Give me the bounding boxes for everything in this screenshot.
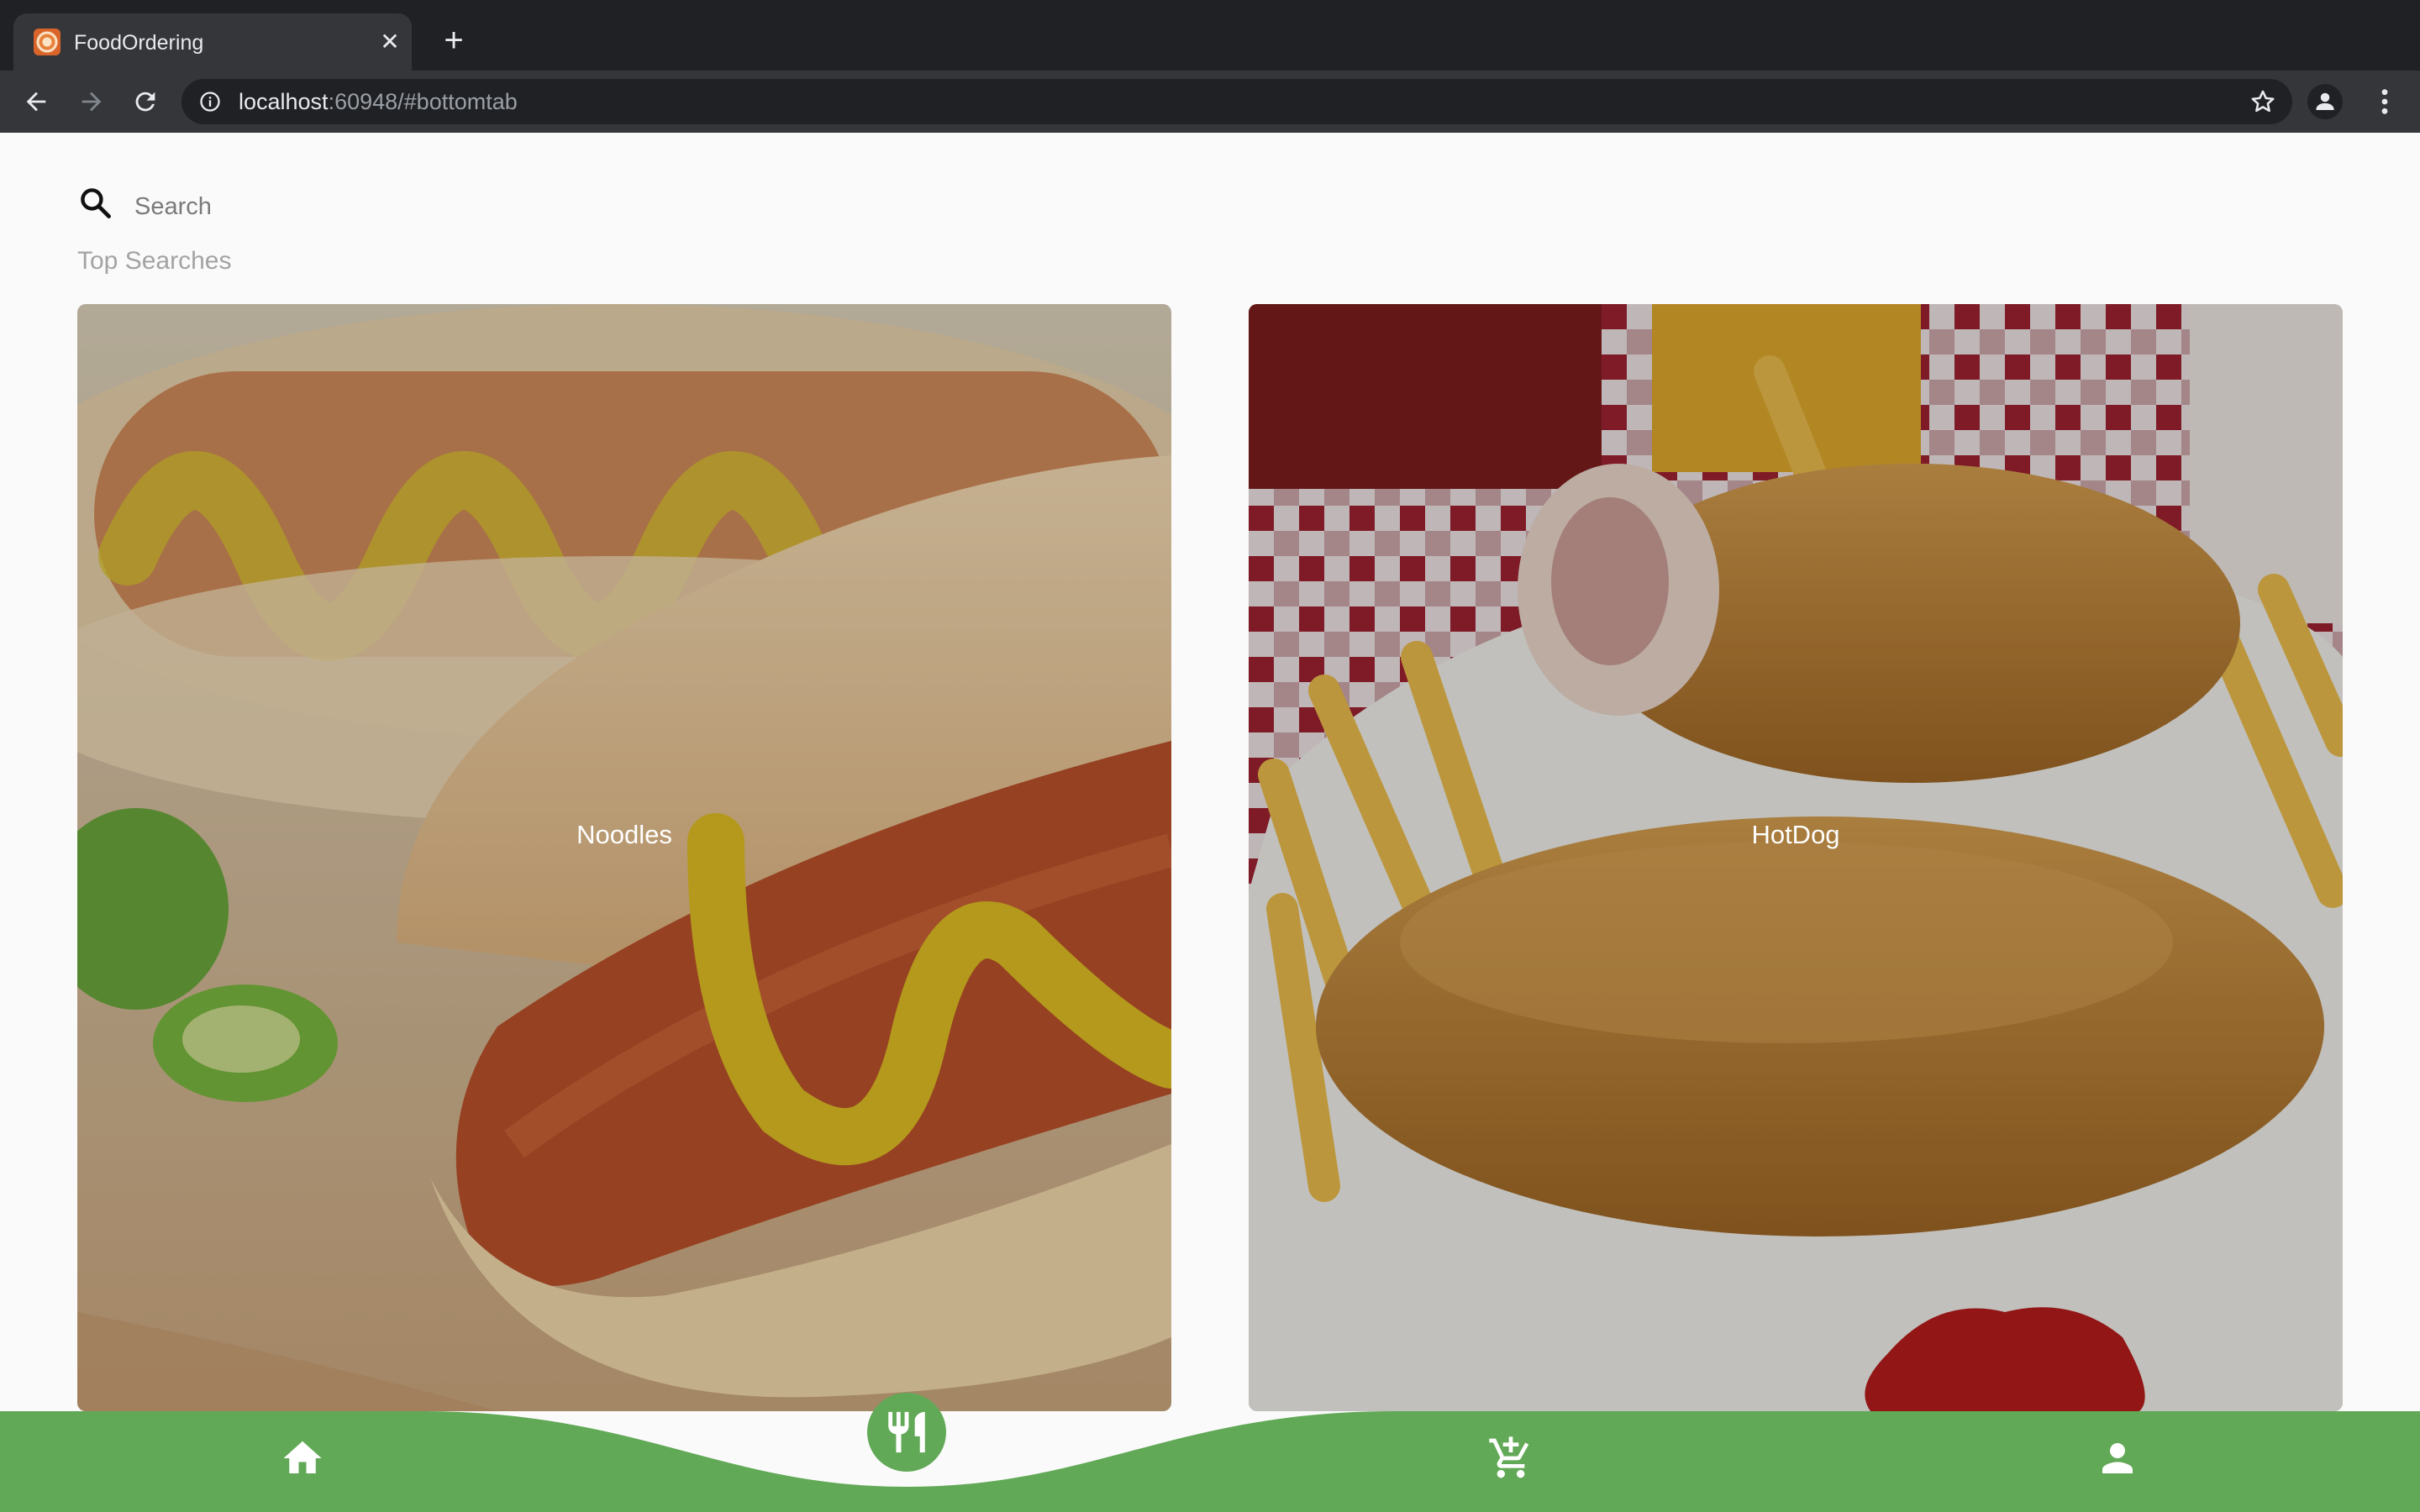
card-label: HotDog xyxy=(1751,820,1840,849)
bottom-navigation-bar xyxy=(0,1393,2420,1512)
info-icon[interactable] xyxy=(198,90,222,113)
bookmark-star-icon[interactable] xyxy=(2249,87,2277,116)
person-icon[interactable] xyxy=(2091,1431,2144,1485)
tab-title: FoodOrdering xyxy=(74,31,204,55)
curved-nav-background xyxy=(0,1411,2420,1512)
food-card-hotdog[interactable]: HotDog xyxy=(1249,304,2343,1411)
url-text[interactable]: localhost:60948/#bottomtab xyxy=(239,89,518,114)
reload-icon[interactable] xyxy=(126,82,165,121)
home-icon[interactable] xyxy=(276,1431,329,1485)
search-icon xyxy=(81,188,111,218)
favicon-icon xyxy=(34,29,60,55)
restaurant-icon[interactable] xyxy=(867,1393,946,1472)
address-bar[interactable]: localhost:60948/#bottomtab xyxy=(182,79,2292,124)
card-label: Noodles xyxy=(576,820,672,849)
new-tab-icon[interactable]: + xyxy=(439,24,469,57)
search-bar xyxy=(77,180,1254,234)
browser-tab-strip: FoodOrdering ✕ + xyxy=(0,0,2420,71)
more-menu-icon[interactable] xyxy=(2368,82,2402,121)
section-title: Top Searches xyxy=(77,247,232,275)
search-input[interactable] xyxy=(134,183,1143,230)
browser-toolbar: localhost:60948/#bottomtab xyxy=(0,71,2420,133)
card-overlay xyxy=(77,304,1171,1411)
browser-tab[interactable]: FoodOrdering ✕ xyxy=(13,13,412,71)
close-tab-icon[interactable]: ✕ xyxy=(376,29,403,55)
back-icon[interactable] xyxy=(17,82,55,121)
add-to-cart-icon[interactable] xyxy=(1484,1431,1538,1485)
app-page: Top Searches xyxy=(0,133,2420,1512)
forward-icon[interactable] xyxy=(72,82,111,121)
food-card-noodles[interactable]: Noodles xyxy=(77,304,1171,1411)
card-overlay xyxy=(1249,304,2343,1411)
profile-avatar-icon[interactable] xyxy=(2307,84,2343,119)
